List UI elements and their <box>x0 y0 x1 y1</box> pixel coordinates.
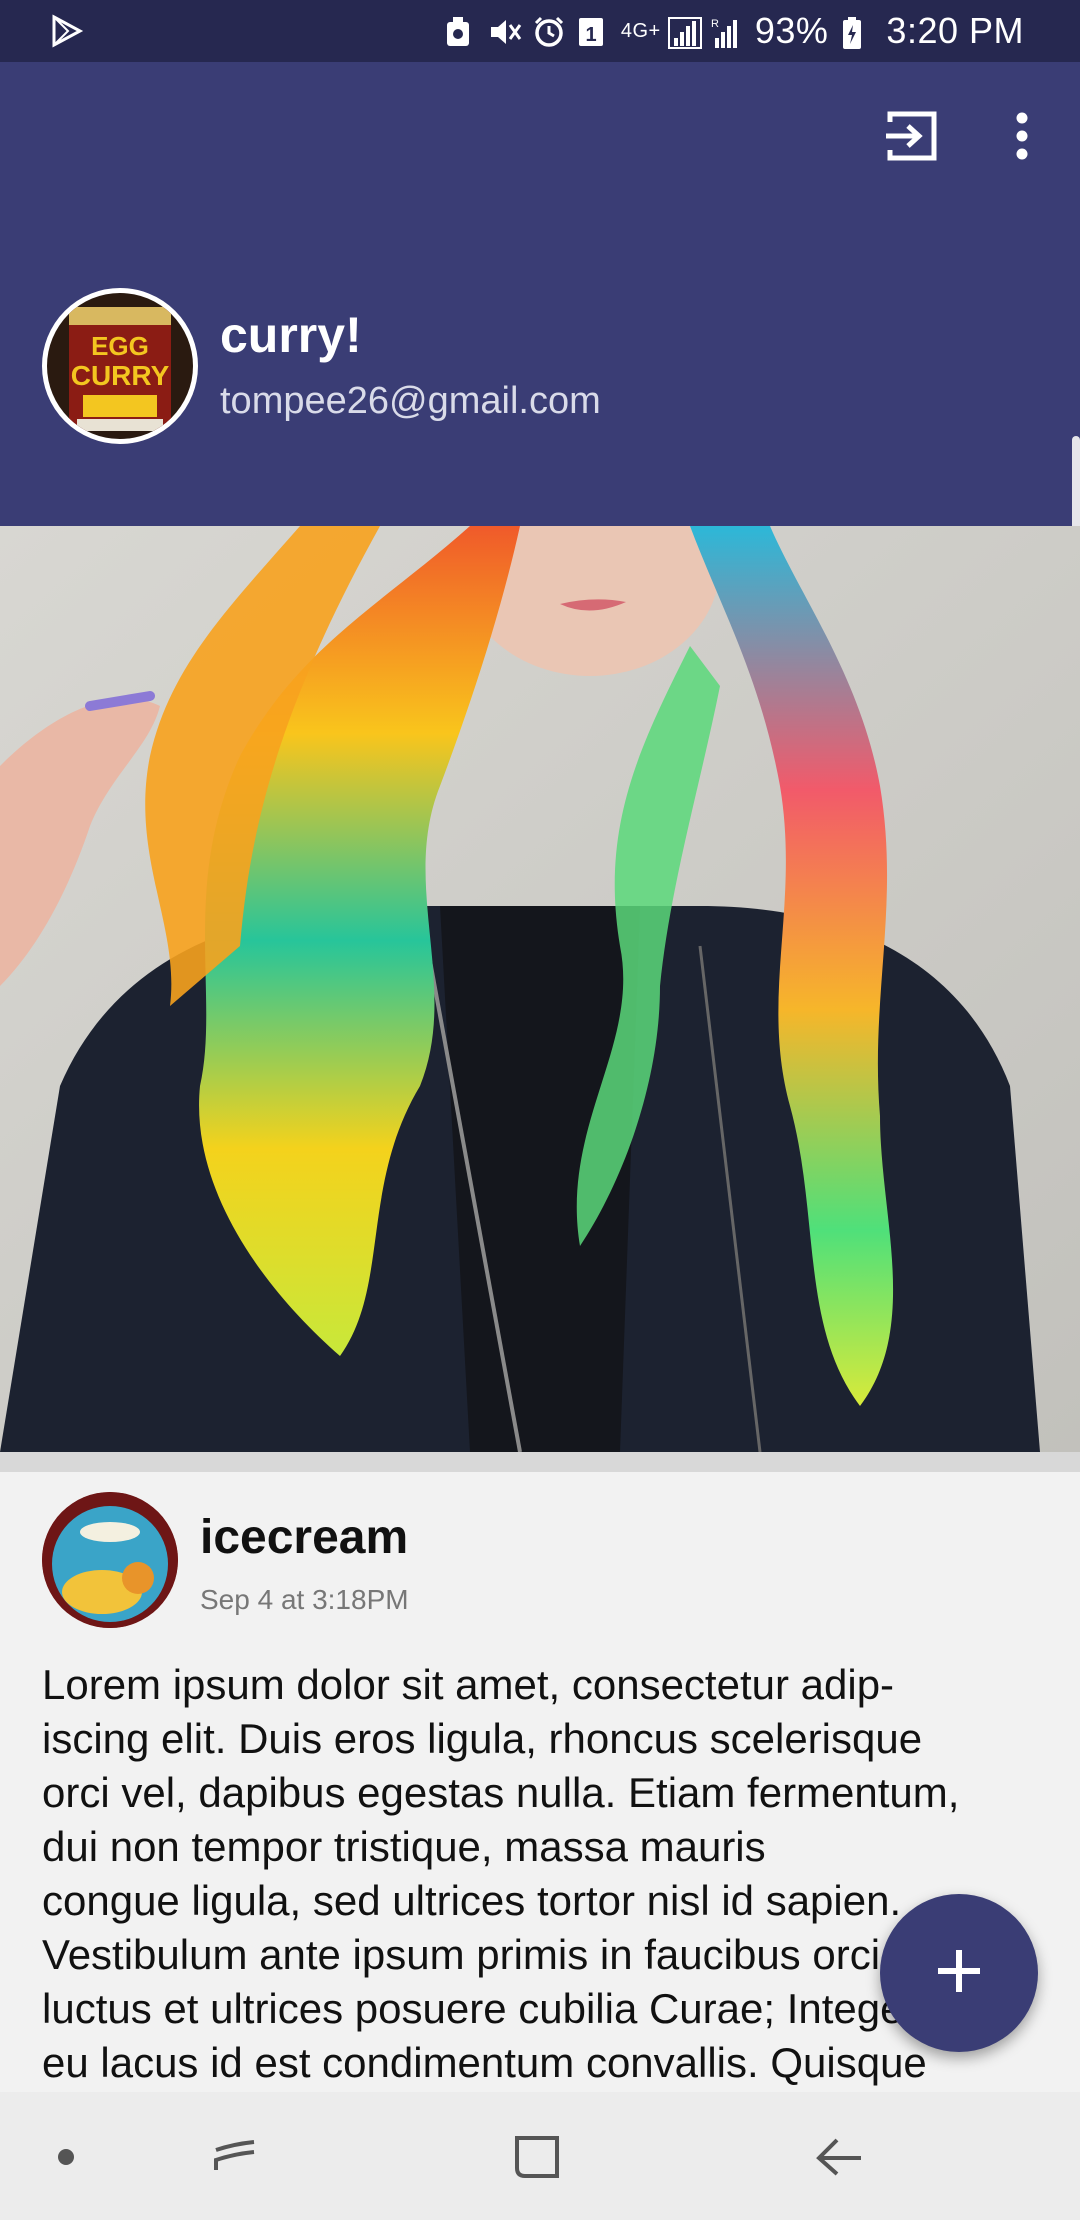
status-icons: 1 4G+ R 93% 3:20 PM <box>445 0 1024 62</box>
add-icon <box>934 1946 984 2001</box>
home-button[interactable] <box>503 2122 573 2192</box>
system-nav-bar <box>0 2092 1080 2220</box>
logout-icon <box>884 111 940 168</box>
play-store-icon <box>50 14 84 53</box>
eco-icon <box>445 16 475 46</box>
more-vert-icon <box>1004 112 1040 168</box>
nav-dot-button[interactable] <box>40 2122 110 2192</box>
cover-photo <box>0 526 1080 1452</box>
signal-icon <box>667 16 702 49</box>
profile-header: EGG CURRY curry! tompee26@gmail.com <box>0 62 1080 526</box>
post-body: Lorem ipsum dolor sit amet, consectetur … <box>42 1661 960 2086</box>
hero-divider <box>0 1452 1080 1472</box>
post-author-avatar[interactable] <box>42 1492 178 1628</box>
battery-percent: 93% <box>754 10 829 51</box>
post-timestamp: Sep 4 at 3:18PM <box>200 1584 409 1615</box>
back-button[interactable] <box>805 2122 875 2192</box>
battery-icon <box>842 16 872 49</box>
svg-text:R: R <box>711 18 719 30</box>
clock: 3:20 PM <box>886 10 1024 51</box>
status-bar: 1 4G+ R 93% 3:20 PM <box>0 0 1080 62</box>
signal-roaming-icon: R <box>711 16 741 48</box>
avatar-egg-text: EGG <box>91 331 149 361</box>
post-author-name: icecream <box>200 1511 409 1564</box>
network-type: 4G+ <box>620 20 661 42</box>
logout-button[interactable] <box>884 108 940 164</box>
home-icon <box>503 2136 573 2196</box>
mute-icon <box>489 16 522 46</box>
recent-apps-button[interactable] <box>200 2122 270 2192</box>
recent-apps-icon <box>200 2140 270 2196</box>
alarm-icon <box>533 16 563 47</box>
add-post-button[interactable] <box>880 1894 1038 2052</box>
profile-name: curry! <box>220 307 362 363</box>
more-options-button[interactable] <box>1004 108 1040 164</box>
back-arrow-icon <box>805 2138 875 2196</box>
profile-email: tompee26@gmail.com <box>220 380 601 422</box>
profile-avatar[interactable]: EGG CURRY <box>42 288 198 444</box>
sim-icon: 1 <box>577 16 607 46</box>
svg-text:1: 1 <box>585 24 596 46</box>
avatar-curry-text: CURRY <box>71 360 170 391</box>
dot-icon <box>40 2149 110 2196</box>
